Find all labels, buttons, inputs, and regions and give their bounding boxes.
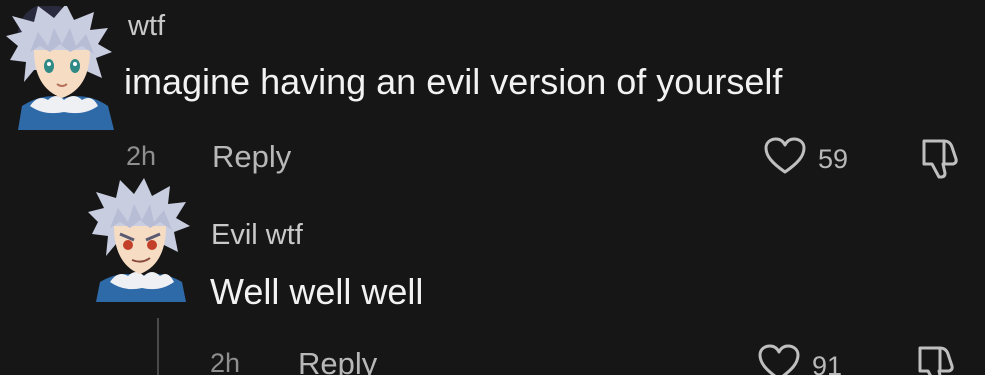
reply-text: Well well well <box>210 271 424 312</box>
like-button[interactable]: 59 <box>764 137 848 182</box>
reply-username[interactable]: Evil wtf <box>211 221 303 250</box>
comment-username[interactable]: wtf <box>128 12 165 41</box>
avatar[interactable] <box>4 6 122 130</box>
comment-text: imagine having an evil version of yourse… <box>124 61 783 102</box>
reply-button[interactable]: Reply <box>212 141 291 172</box>
comment-thread: wtf imagine having an evil version of yo… <box>0 0 985 375</box>
reply-button[interactable]: Reply <box>298 348 377 375</box>
heart-icon <box>764 137 806 182</box>
like-button[interactable]: 91 <box>758 344 842 375</box>
dislike-button[interactable] <box>914 344 958 375</box>
thread-line <box>157 318 159 375</box>
avatar[interactable] <box>88 178 192 302</box>
reply-timestamp: 2h <box>210 348 241 375</box>
dislike-button[interactable] <box>918 137 962 184</box>
heart-icon <box>758 344 800 375</box>
comment-timestamp: 2h <box>126 141 157 171</box>
thumbs-down-icon <box>918 139 962 183</box>
like-count: 59 <box>818 144 849 174</box>
like-count: 91 <box>812 351 843 375</box>
